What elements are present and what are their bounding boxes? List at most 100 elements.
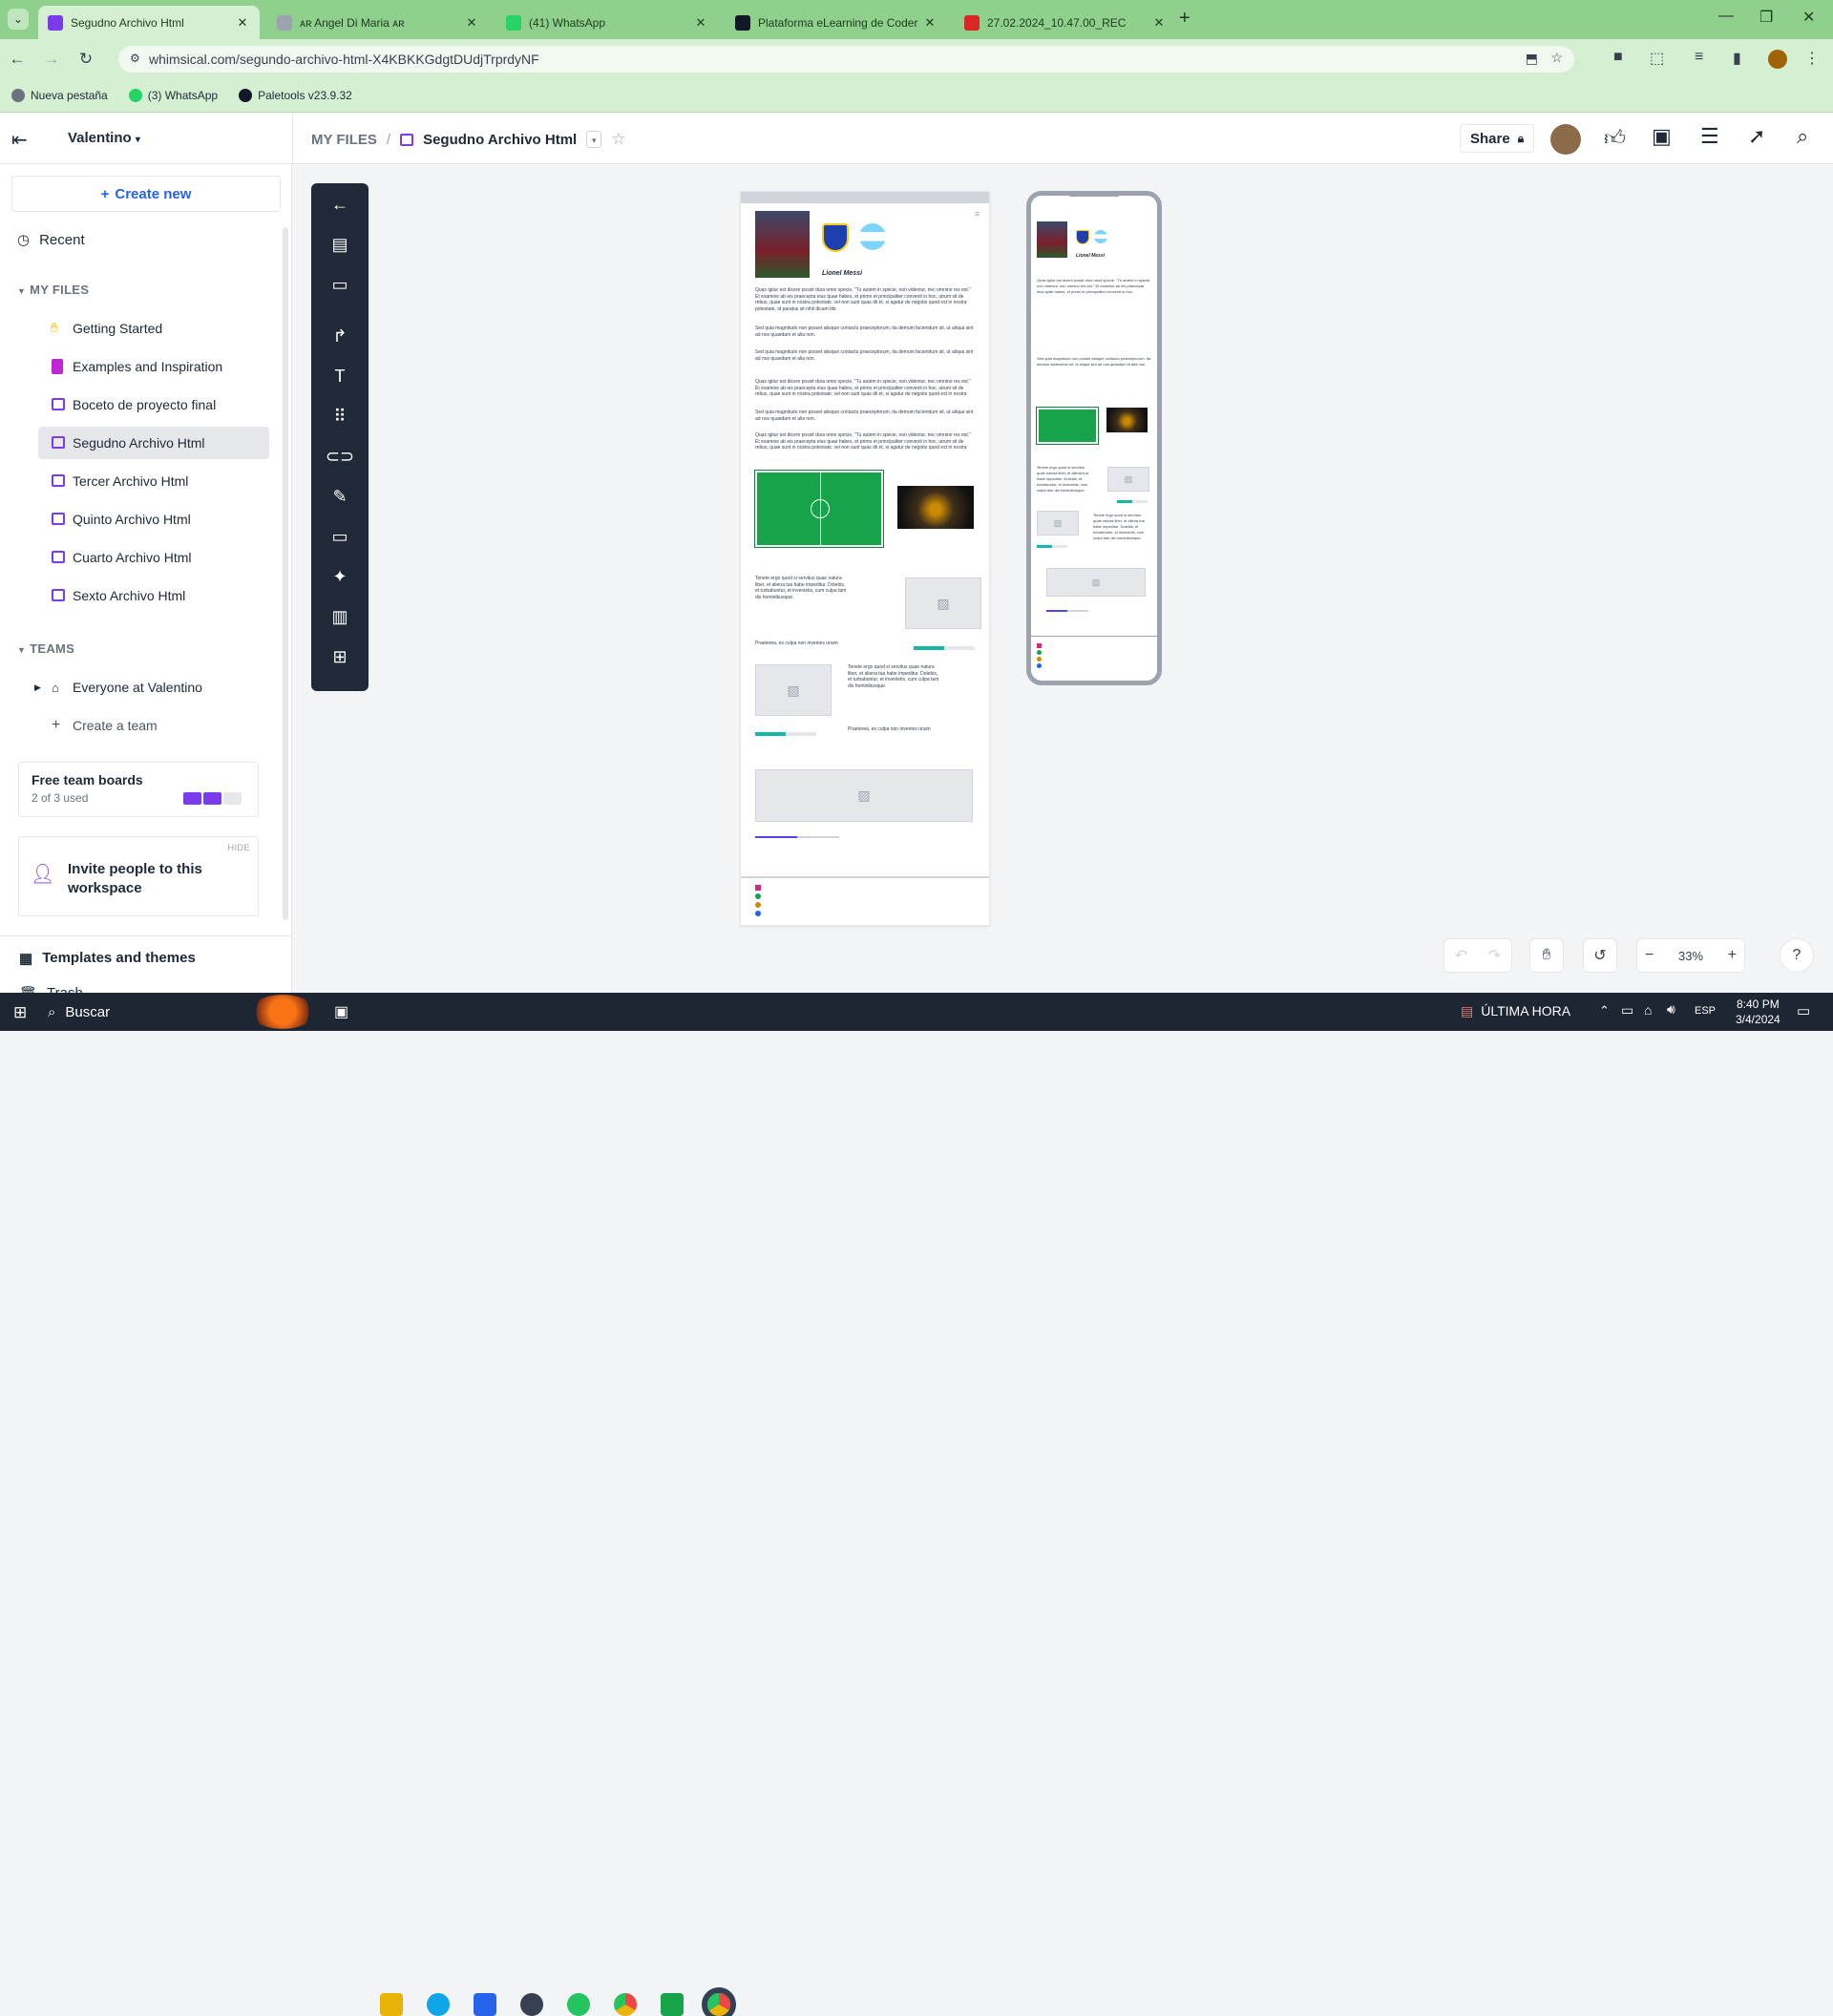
- breadcrumb-my-files[interactable]: MY FILES: [311, 132, 377, 148]
- side-panel-icon[interactable]: ▮: [1733, 49, 1741, 68]
- redo-icon[interactable]: ↷: [1478, 946, 1511, 965]
- news-widget[interactable]: ▤ ÚLTIMA HORA: [1461, 1003, 1570, 1019]
- browser-tab[interactable]: Segudno Archivo Html ✕: [38, 6, 260, 39]
- new-tab-button[interactable]: +: [1179, 8, 1190, 30]
- profile-avatar[interactable]: [1768, 50, 1787, 69]
- text-tool-icon[interactable]: T: [328, 365, 351, 388]
- sidebar-file-item[interactable]: Segudno Archivo Html: [38, 427, 269, 459]
- windows-start-icon[interactable]: ⊞: [13, 1003, 27, 1022]
- comments-icon[interactable]: ☰: [1700, 124, 1719, 149]
- ai-sparkle-icon[interactable]: ✦: [328, 565, 351, 588]
- file-menu-chevron-icon[interactable]: ▾: [586, 131, 602, 148]
- bookmark-item[interactable]: Paletools v23.9.32: [239, 88, 352, 102]
- close-tab-icon[interactable]: ✕: [464, 15, 479, 31]
- close-tab-icon[interactable]: ✕: [1151, 15, 1167, 31]
- create-new-button[interactable]: + Create new: [11, 176, 281, 212]
- add-icon[interactable]: ⊞: [328, 645, 351, 668]
- collapse-sidebar-icon[interactable]: ⇤: [11, 128, 28, 152]
- address-bar[interactable]: ⚙ whimsical.com/segundo-archivo-html-X4K…: [118, 46, 1574, 73]
- site-info-icon[interactable]: ⚙: [130, 52, 140, 65]
- wireframe-elements-icon[interactable]: ▤: [328, 233, 351, 256]
- install-app-icon[interactable]: ⬒: [1526, 51, 1538, 67]
- search-icon[interactable]: ⌕: [1797, 124, 1808, 149]
- zoom-out-icon[interactable]: −: [1645, 947, 1654, 964]
- puzzle-icon[interactable]: ⬚: [1650, 49, 1664, 68]
- bookmark-item[interactable]: Nueva pestaña: [11, 88, 108, 102]
- help-button[interactable]: ?: [1780, 938, 1814, 973]
- desktop-wireframe[interactable]: ≡ Lionel Messi Quas igitur est dicere po…: [740, 191, 990, 926]
- my-files-heading[interactable]: ▼ MY FILES: [17, 283, 89, 297]
- pencil-icon[interactable]: ✎: [328, 485, 351, 508]
- file-explorer-icon[interactable]: [380, 1993, 403, 2016]
- notifications-icon[interactable]: ▭: [1797, 1002, 1810, 1019]
- forward-icon[interactable]: →: [34, 50, 69, 69]
- grid-icon[interactable]: ⠿: [328, 405, 351, 428]
- sidebar-scrollbar[interactable]: [283, 227, 288, 920]
- share-button[interactable]: Share 🔒︎: [1460, 124, 1535, 153]
- tray-chevron-icon[interactable]: ⌃: [1599, 1003, 1610, 1018]
- sidebar-file-item[interactable]: Cuarto Archivo Html: [38, 541, 269, 574]
- teams-heading[interactable]: ▼ TEAMS: [17, 641, 74, 656]
- minecraft-icon[interactable]: [661, 1993, 684, 2016]
- sidebar-file-item[interactable]: ✋︎ Getting Started: [38, 312, 269, 345]
- back-icon[interactable]: ←: [0, 50, 34, 69]
- close-tab-icon[interactable]: ✕: [235, 15, 250, 31]
- language-indicator[interactable]: ESP: [1695, 1005, 1716, 1017]
- pan-tool-button[interactable]: ✋︎: [1529, 938, 1564, 973]
- template-icon[interactable]: ▥: [328, 605, 351, 628]
- taskbar-highlight-image[interactable]: [250, 995, 315, 1029]
- zoom-level[interactable]: 33%: [1678, 949, 1703, 963]
- clock[interactable]: 8:40 PM 3/4/2024: [1736, 997, 1780, 1027]
- meet-icon[interactable]: ⌂: [1644, 1002, 1652, 1018]
- taskbar-search[interactable]: ⌕ Buscar: [48, 993, 243, 1031]
- sidebar-file-item[interactable]: Tercer Archivo Html: [38, 465, 269, 497]
- bookmark-star-icon[interactable]: ☆: [1550, 50, 1563, 66]
- network-icon[interactable]: ▭: [1621, 1002, 1633, 1018]
- file-title[interactable]: Segudno Archivo Html: [423, 132, 577, 148]
- link-icon[interactable]: ⊂⊃: [326, 445, 354, 468]
- close-window-icon[interactable]: ✕: [1802, 8, 1815, 27]
- task-view-icon[interactable]: ▣: [334, 1002, 348, 1021]
- volume-icon[interactable]: 🔊︎: [1667, 1001, 1675, 1018]
- close-tab-icon[interactable]: ✕: [693, 15, 708, 31]
- recent-link[interactable]: ◷ Recent: [17, 231, 85, 249]
- chrome-profile-icon[interactable]: [702, 1987, 736, 2016]
- zoom-in-icon[interactable]: +: [1728, 947, 1737, 964]
- undo-icon[interactable]: ↶: [1444, 946, 1478, 965]
- browser-tab[interactable]: (41) WhatsApp ✕: [496, 6, 718, 39]
- present-icon[interactable]: ▣: [1652, 124, 1672, 149]
- user-avatar[interactable]: [1550, 124, 1581, 155]
- restore-icon[interactable]: ❐: [1759, 8, 1773, 27]
- device-frame-icon[interactable]: ▭: [328, 273, 351, 296]
- sidebar-file-item[interactable]: Sexto Archivo Html: [38, 579, 269, 612]
- bookmark-item[interactable]: (3) WhatsApp: [128, 88, 218, 102]
- send-icon[interactable]: ➚: [1748, 124, 1765, 149]
- browser-tab[interactable]: ᴀʀ Angel Di Maria ᴀʀ ✕: [267, 6, 489, 39]
- back-arrow-icon[interactable]: ←: [328, 193, 351, 216]
- sidebar-file-item[interactable]: Examples and Inspiration: [38, 350, 269, 383]
- invite-card[interactable]: HIDE 👤︎ Invite people to this workspace: [18, 836, 259, 916]
- tab-search-icon[interactable]: ⌄: [8, 9, 29, 30]
- browser-tab[interactable]: 27.02.2024_10.47.00_REC ✕: [955, 6, 1176, 39]
- sidebar-file-item[interactable]: Boceto de proyecto final: [38, 388, 269, 421]
- close-tab-icon[interactable]: ✕: [922, 15, 938, 31]
- spotify-icon[interactable]: [567, 1993, 590, 2016]
- sidebar-file-item[interactable]: Quinto Archivo Html: [38, 503, 269, 536]
- extension-icon[interactable]: ■: [1613, 49, 1623, 66]
- menu-dots-icon[interactable]: ⋮: [1804, 49, 1820, 68]
- create-team-link[interactable]: + Create a team: [38, 709, 269, 742]
- browser-tab[interactable]: Plataforma eLearning de Coder ✕: [726, 6, 947, 39]
- app-icon[interactable]: [520, 1993, 543, 2016]
- section-icon[interactable]: ▭: [328, 525, 351, 548]
- templates-link[interactable]: ▦ Templates and themes: [19, 950, 196, 967]
- trash-link[interactable]: 🗑︎ Trash: [19, 985, 83, 993]
- media-icon[interactable]: ≡: [1695, 49, 1703, 66]
- favorite-star-icon[interactable]: ☆: [611, 130, 625, 149]
- history-button[interactable]: ↺: [1583, 938, 1617, 973]
- mail-icon[interactable]: [474, 1993, 496, 2016]
- hide-button[interactable]: HIDE: [227, 843, 250, 852]
- edge-icon[interactable]: [427, 1993, 450, 2016]
- workspace-switcher[interactable]: Valentino ▾: [68, 130, 140, 146]
- chrome-icon[interactable]: [614, 1993, 637, 2016]
- team-everyone[interactable]: ▶ ⌂ Everyone at Valentino: [34, 671, 269, 704]
